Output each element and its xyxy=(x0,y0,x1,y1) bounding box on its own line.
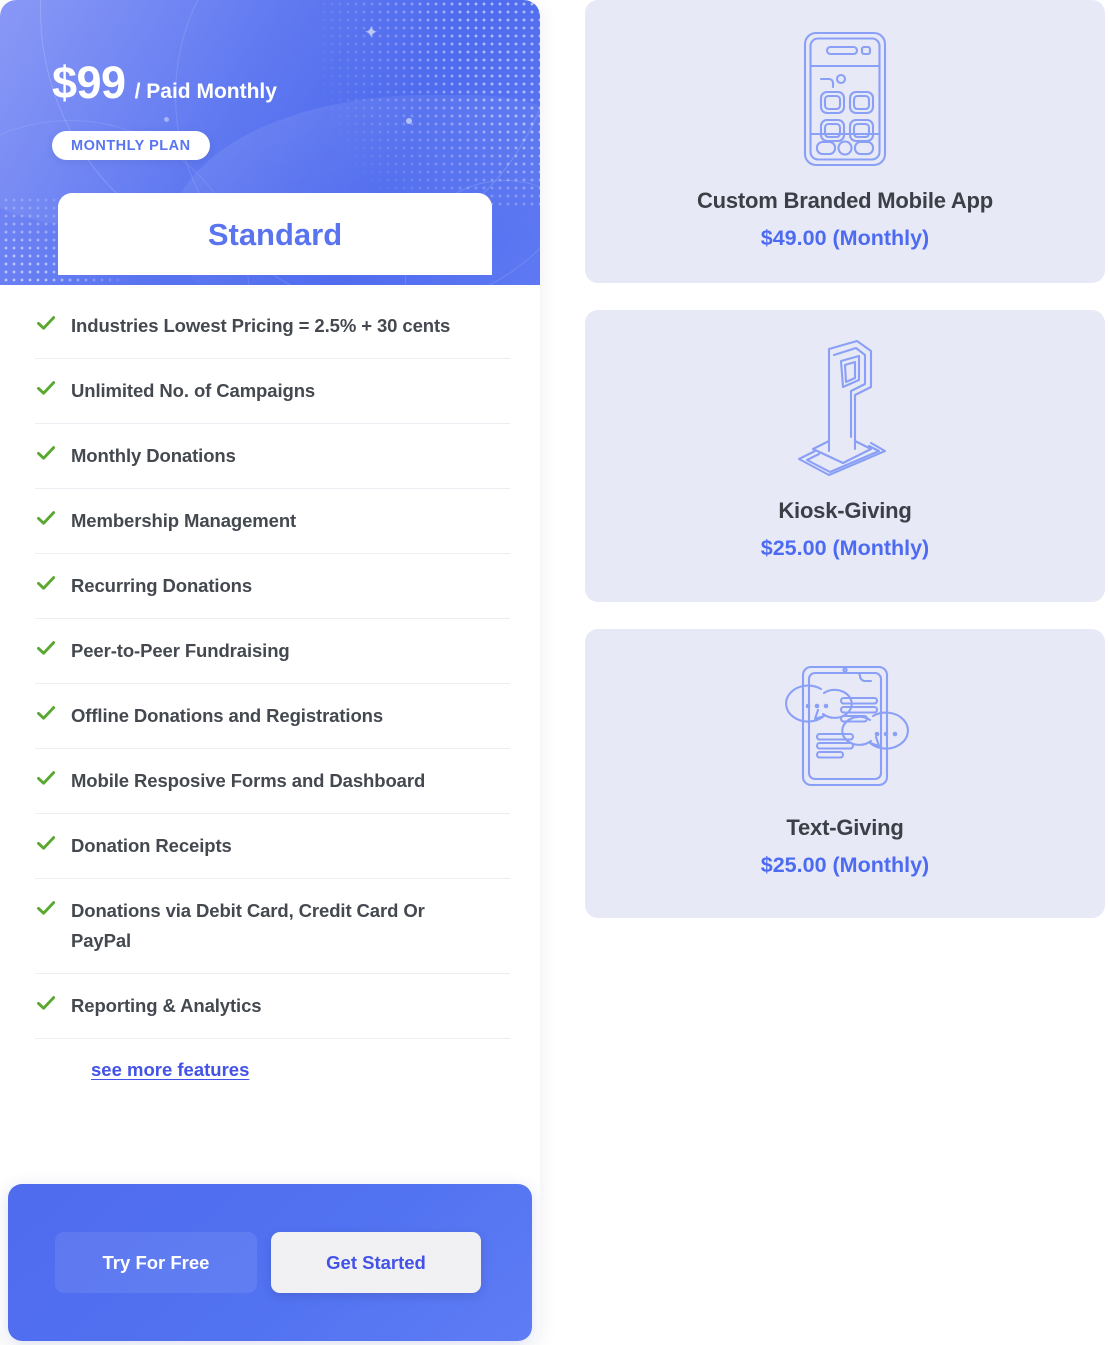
pricing-page: ✦ $99 / Paid Monthly MONTHLY PLAN Standa… xyxy=(0,0,1108,1345)
check-icon xyxy=(35,312,57,334)
feature-row: Donations via Debit Card, Credit Card Or… xyxy=(35,879,510,974)
feature-label: Industries Lowest Pricing = 2.5% + 30 ce… xyxy=(71,315,451,336)
plan-cta-strip: Try For Free Get Started xyxy=(8,1184,532,1341)
see-more-features-row: see more features xyxy=(35,1039,510,1099)
feature-row: Reporting & Analytics xyxy=(35,974,510,1039)
addon-price: $25.00 (Monthly) xyxy=(760,853,930,877)
feature-row: Membership Management xyxy=(35,489,510,554)
feature-label: Peer-to-Peer Fundraising xyxy=(71,639,290,661)
addon-price: $25.00 (Monthly) xyxy=(760,536,930,560)
check-icon xyxy=(35,992,57,1014)
plan-price-amount: $99 xyxy=(52,57,126,108)
feature-label: Membership Management xyxy=(71,509,297,531)
standard-plan-card: ✦ $99 / Paid Monthly MONTHLY PLAN Standa… xyxy=(0,0,540,1345)
get-started-button[interactable]: Get Started xyxy=(271,1232,481,1293)
plan-price: $99 / Paid Monthly xyxy=(52,57,277,109)
feature-row: Unlimited No. of Campaigns xyxy=(35,359,510,424)
feature-label: Reporting & Analytics xyxy=(71,994,262,1016)
see-more-features-link[interactable]: see more features xyxy=(91,1059,249,1080)
addon-cards-column: Custom Branded Mobile App $49.00 (Monthly… xyxy=(540,0,1108,918)
check-icon xyxy=(35,572,57,594)
mobile-phone-icon xyxy=(799,24,891,174)
check-icon xyxy=(35,637,57,659)
check-icon xyxy=(35,897,57,919)
feature-row: Offline Donations and Registrations xyxy=(35,684,510,749)
check-icon xyxy=(35,507,57,529)
addon-card[interactable]: Custom Branded Mobile App $49.00 (Monthly… xyxy=(585,0,1105,283)
feature-label: Monthly Donations xyxy=(71,444,236,466)
feature-row: Peer-to-Peer Fundraising xyxy=(35,619,510,684)
plan-title: Standard xyxy=(207,217,343,252)
check-icon xyxy=(35,442,57,464)
feature-label: Offline Donations and Registrations xyxy=(71,704,384,726)
kiosk-terminal-icon xyxy=(785,334,905,484)
feature-row: Donation Receipts xyxy=(35,814,510,879)
plan-price-period: / Paid Monthly xyxy=(134,80,277,103)
feature-label: Unlimited No. of Campaigns xyxy=(71,379,316,401)
halftone-dots-top-right xyxy=(320,0,540,207)
addon-name: Text-Giving xyxy=(786,815,904,840)
feature-row: Mobile Resposive Forms and Dashboard xyxy=(35,749,510,814)
check-icon xyxy=(35,377,57,399)
feature-row: Recurring Donations xyxy=(35,554,510,619)
plan-title-panel: Standard xyxy=(58,193,492,275)
check-icon xyxy=(35,832,57,854)
addon-name: Custom Branded Mobile App xyxy=(696,188,994,213)
addon-card[interactable]: Kiosk-Giving $25.00 (Monthly) xyxy=(585,310,1105,602)
plan-feature-list: Industries Lowest Pricing = 2.5% + 30 ce… xyxy=(0,285,540,1099)
addon-card[interactable]: Text-Giving $25.00 (Monthly) xyxy=(585,629,1105,918)
feature-label: Donation Receipts xyxy=(71,834,232,856)
feature-label: Recurring Donations xyxy=(71,574,253,596)
try-for-free-button[interactable]: Try For Free xyxy=(55,1232,257,1293)
dot-decoration xyxy=(406,118,412,124)
feature-label: Mobile Resposive Forms and Dashboard xyxy=(71,769,426,791)
addon-name: Kiosk-Giving xyxy=(778,498,912,523)
feature-row: Monthly Donations xyxy=(35,424,510,489)
plan-billing-badge: MONTHLY PLAN xyxy=(52,131,210,160)
sparkle-icon: ✦ xyxy=(364,23,379,42)
dot-decoration xyxy=(164,117,169,122)
feature-row: Industries Lowest Pricing = 2.5% + 30 ce… xyxy=(35,294,510,359)
addon-price: $49.00 (Monthly) xyxy=(760,226,930,250)
check-icon xyxy=(35,702,57,724)
check-icon xyxy=(35,767,57,789)
phone-chat-bubbles-icon xyxy=(781,651,909,801)
feature-label: Donations via Debit Card, Credit Card Or… xyxy=(71,899,425,951)
